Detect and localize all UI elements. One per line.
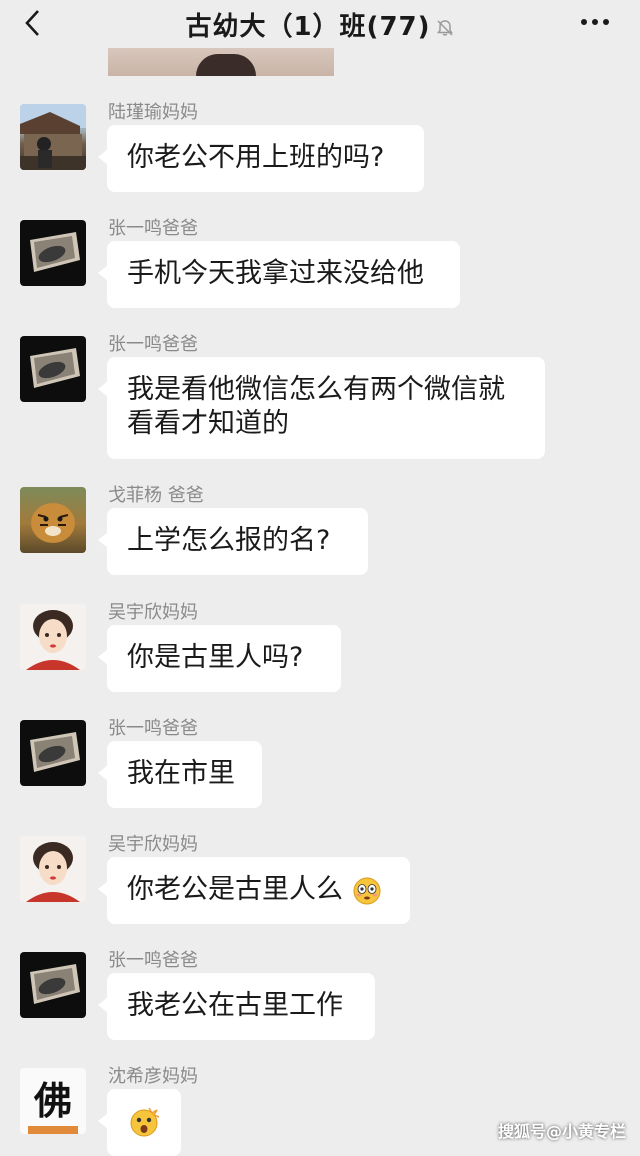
chat-header: 古幼大（1）班(77) (0, 0, 640, 48)
sender-name: 张一鸣爸爸 (108, 950, 198, 971)
peacock-avatar[interactable] (20, 220, 86, 286)
sender-name: 张一鸣爸爸 (108, 218, 198, 239)
message-bubble[interactable] (98, 1089, 181, 1156)
sender-name: 陆瑾瑜妈妈 (108, 102, 198, 123)
garden-avatar[interactable] (20, 104, 86, 170)
previous-image-message[interactable] (108, 48, 334, 76)
mute-bell-icon (436, 19, 453, 36)
sender-name: 吴宇欣妈妈 (108, 602, 198, 623)
chat-title: 古幼大（1）班(77) (0, 6, 640, 43)
sender-name: 吴宇欣妈妈 (108, 834, 198, 855)
peacock-avatar[interactable] (20, 336, 86, 402)
message-text: 你老公是古里人么 (127, 874, 343, 905)
message-text-line-1: 我是看他微信怎么有两个微信就 (127, 374, 505, 405)
message-bubble[interactable]: 我是看他微信怎么有两个微信就 看看才知道的 (98, 357, 545, 459)
message-text: 手机今天我拿过来没给他 (127, 258, 424, 289)
sender-name: 张一鸣爸爸 (108, 718, 198, 739)
astonished-face-emoji-icon (130, 1107, 160, 1136)
message-bubble[interactable]: 上学怎么报的名? (98, 508, 368, 575)
message-bubble[interactable]: 手机今天我拿过来没给他 (98, 241, 460, 308)
peacock-avatar[interactable] (20, 720, 86, 786)
sender-name: 沈希彦妈妈 (108, 1066, 198, 1087)
tiger-avatar[interactable] (20, 487, 86, 553)
sender-name: 戈菲杨 爸爸 (108, 485, 204, 506)
calligraphy-avatar[interactable]: 佛 (20, 1068, 86, 1134)
flushed-face-emoji-icon (353, 877, 381, 904)
peacock-avatar[interactable] (20, 952, 86, 1018)
group-name: 古幼大（1）班(77) (185, 12, 431, 42)
sender-name: 张一鸣爸爸 (108, 334, 198, 355)
message-text: 我在市里 (127, 758, 235, 789)
message-bubble[interactable]: 你老公是古里人么 (98, 857, 410, 924)
message-bubble[interactable]: 你是古里人吗? (98, 625, 341, 692)
avatar-character: 佛 (33, 1078, 72, 1123)
message-text: 我老公在古里工作 (127, 990, 343, 1021)
watermark: 搜狐号@小黄专栏 (497, 1122, 626, 1141)
message-text-line-2: 看看才知道的 (127, 408, 289, 439)
more-options-icon[interactable] (578, 10, 612, 34)
girl-avatar[interactable] (20, 836, 86, 902)
girl-avatar[interactable] (20, 604, 86, 670)
message-text: 上学怎么报的名? (127, 525, 331, 556)
message-bubble[interactable]: 我在市里 (98, 741, 262, 808)
message-bubble[interactable]: 你老公不用上班的吗? (98, 125, 424, 192)
message-text: 你老公不用上班的吗? (127, 142, 385, 173)
message-text: 你是古里人吗? (127, 642, 304, 673)
message-bubble[interactable]: 我老公在古里工作 (98, 973, 375, 1040)
